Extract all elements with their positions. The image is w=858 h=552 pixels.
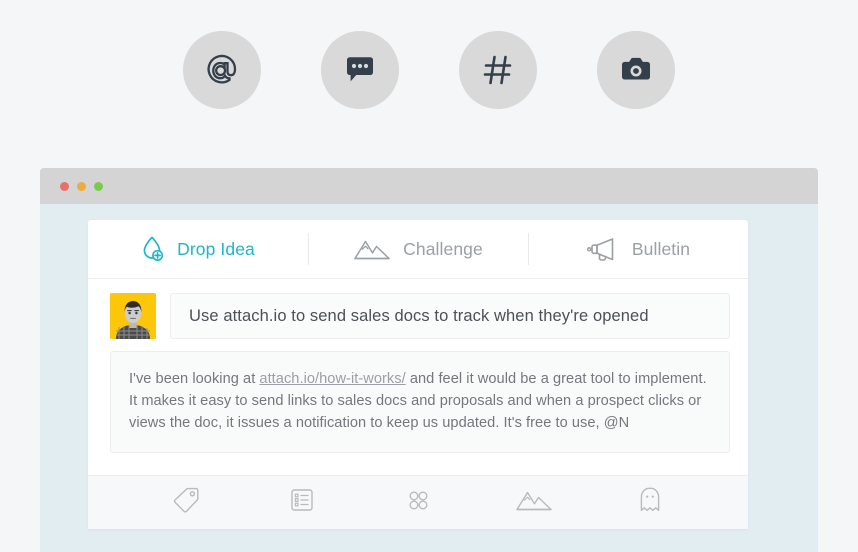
camera-icon <box>616 50 656 90</box>
tab-bulletin[interactable]: Bulletin <box>528 220 748 278</box>
ghost-button[interactable] <box>628 485 672 521</box>
minimize-window-button[interactable] <box>77 181 86 191</box>
grid-icon <box>404 486 432 519</box>
idea-composer-card: Drop Idea Challenge Bulletin Use attach.… <box>88 220 748 529</box>
comment-bubble-button[interactable] <box>321 31 399 109</box>
mountains-button[interactable] <box>512 485 556 521</box>
idea-body-link[interactable]: attach.io/how-it-works/ <box>259 371 405 387</box>
tag-button[interactable] <box>164 485 208 521</box>
checklist-button[interactable] <box>280 485 324 521</box>
tab-challenge-label: Challenge <box>403 238 483 259</box>
mountains-icon <box>353 236 391 262</box>
ghost-icon <box>636 485 664 520</box>
idea-body-wrap: I've been looking at attach.io/how-it-wo… <box>88 339 748 475</box>
grid-button[interactable] <box>396 485 440 521</box>
browser-window: Drop Idea Challenge Bulletin Use attach.… <box>40 168 818 552</box>
tag-icon <box>171 485 201 520</box>
comment-bubble-icon <box>341 51 379 89</box>
tab-challenge[interactable]: Challenge <box>308 220 528 278</box>
hashtag-icon <box>478 50 518 90</box>
camera-button[interactable] <box>597 31 675 109</box>
zoom-window-button[interactable] <box>94 181 103 191</box>
composer-tabbar: Drop Idea Challenge Bulletin <box>88 220 748 279</box>
window-titlebar <box>40 168 818 204</box>
composer-toolbar <box>88 475 748 529</box>
idea-title-value: Use attach.io to send sales docs to trac… <box>189 306 649 325</box>
idea-body-input[interactable]: I've been looking at attach.io/how-it-wo… <box>110 351 730 453</box>
checklist-icon <box>288 486 316 519</box>
at-sign-button[interactable] <box>183 31 261 109</box>
at-sign-icon <box>201 49 243 91</box>
idea-title-row: Use attach.io to send sales docs to trac… <box>88 279 748 339</box>
tab-drop-idea-label: Drop Idea <box>177 238 255 259</box>
mountains-icon <box>515 487 553 518</box>
tab-bulletin-label: Bulletin <box>631 238 691 259</box>
social-icon-row <box>0 0 858 140</box>
avatar <box>110 293 156 339</box>
megaphone-icon <box>586 235 620 263</box>
close-window-button[interactable] <box>60 181 69 191</box>
water-drop-plus-icon <box>141 235 165 263</box>
hashtag-button[interactable] <box>459 31 537 109</box>
tab-drop-idea[interactable]: Drop Idea <box>88 220 308 278</box>
idea-title-input[interactable]: Use attach.io to send sales docs to trac… <box>170 293 730 339</box>
idea-body-text-before-link: I've been looking at <box>129 371 260 387</box>
